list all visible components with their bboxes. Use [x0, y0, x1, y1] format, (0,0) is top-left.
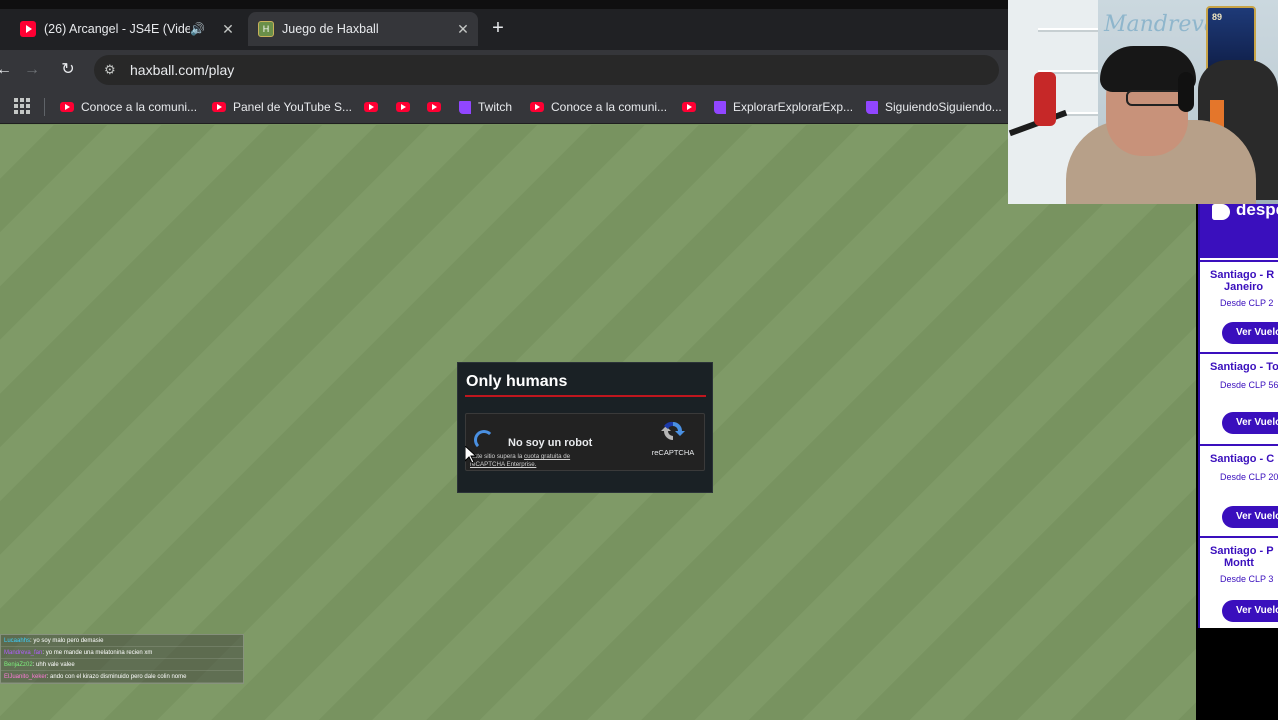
- youtube-icon: [682, 102, 696, 112]
- recaptcha-spinner-icon[interactable]: [474, 430, 494, 450]
- address-bar[interactable]: ⚙ haxball.com/play: [94, 55, 999, 85]
- youtube-icon: [212, 102, 226, 112]
- despegar-logo-icon: [1212, 204, 1230, 220]
- recaptcha-brand: reCAPTCHA: [651, 448, 695, 457]
- offer-price: Desde CLP 2: [1220, 298, 1274, 308]
- offer-price: Desde CLP 3: [1220, 574, 1274, 584]
- dialog-title-underline: [465, 395, 706, 397]
- back-arrow-icon[interactable]: ←: [0, 60, 14, 80]
- site-settings-icon[interactable]: ⚙: [104, 62, 124, 78]
- reload-icon[interactable]: ↻: [58, 60, 78, 80]
- ad-header: despe: [1200, 204, 1278, 258]
- ad-offer: Santiago - P Montt Desde CLP 3 Ver Vuelo: [1200, 536, 1278, 628]
- bookmark-item[interactable]: [427, 98, 448, 116]
- ver-vuelo-button[interactable]: Ver Vuelo: [1222, 506, 1278, 528]
- bookmark-label: Conoce a la comuni...: [551, 100, 668, 114]
- twitch-icon: [714, 100, 726, 114]
- recaptcha-notice-prefix: Este sitio supera la: [470, 453, 523, 460]
- chat-user: ElJuanito_keker: [4, 674, 47, 680]
- bookmark-item[interactable]: Twitch: [459, 98, 512, 116]
- youtube-icon: [364, 102, 378, 112]
- stream-chat-overlay: Lucaahhs: yo soy malo pero demasie Mandr…: [0, 634, 244, 684]
- close-tab-icon[interactable]: ✕: [454, 21, 472, 38]
- tab-strip-top: [0, 0, 1008, 9]
- recaptcha-logo-icon: [661, 421, 685, 440]
- offer-route: Santiago - C: [1210, 453, 1275, 465]
- chat-text: : ando con el kirazo disminuido pero dal…: [46, 674, 187, 680]
- recaptcha-widget: No soy un robot Este sitio supera la cuo…: [465, 413, 705, 471]
- bookmark-label: ExplorarExplorarExp...: [733, 100, 854, 114]
- new-tab-button[interactable]: +: [487, 18, 509, 40]
- bookmark-item[interactable]: Panel de YouTube S...: [212, 98, 352, 116]
- bookmark-label: Twitch: [478, 100, 513, 114]
- chat-user: BenjaZz02: [4, 662, 33, 668]
- bookmark-label: Conoce a la comuni...: [81, 100, 198, 114]
- microphone-icon: [1034, 72, 1056, 126]
- bookmark-label: Panel de YouTube S...: [233, 100, 352, 114]
- twitch-icon: [866, 100, 878, 114]
- ad-offer: Santiago - C Desde CLP 20 Ver Vuelo: [1200, 444, 1278, 536]
- glasses-icon: [1126, 90, 1184, 106]
- youtube-icon: [530, 102, 544, 112]
- speaker-icon[interactable]: 🔊: [190, 22, 205, 36]
- bookmark-item[interactable]: Conoce a la comuni...: [530, 98, 667, 116]
- ver-vuelo-button[interactable]: Ver Vuelo: [1222, 322, 1278, 344]
- youtube-icon: [20, 21, 36, 37]
- bookmark-item[interactable]: [682, 98, 703, 116]
- chat-text: : yo me mande una melatonina recien xm: [42, 650, 153, 656]
- tab-title: Juego de Haxball: [282, 22, 379, 36]
- captcha-dialog: Only humans No soy un robot Este sitio s…: [457, 362, 713, 493]
- flight-ad[interactable]: despe Santiago - R Janeiro Desde CLP 2 V…: [1198, 204, 1278, 628]
- ad-offer: Santiago - To Desde CLP 56 Ver Vuelo: [1200, 352, 1278, 444]
- bookmark-label: SiguiendoSiguiendo...: [885, 100, 1002, 114]
- offer-route: Santiago - R: [1210, 269, 1275, 281]
- recaptcha-checkbox-label[interactable]: No soy un robot: [508, 437, 592, 449]
- apps-grid-icon[interactable]: [14, 98, 30, 114]
- offer-price: Desde CLP 20: [1220, 472, 1278, 482]
- wall-sign: Mandreva: [1104, 12, 1217, 37]
- bookmark-item[interactable]: Conoce a la comuni...: [60, 98, 197, 116]
- chat-message: Mandreva_fan: yo me mande una melatonina…: [1, 647, 243, 659]
- url-text: haxball.com/play: [130, 62, 235, 78]
- youtube-icon: [427, 102, 441, 112]
- ad-logo-text: despe: [1236, 204, 1278, 219]
- offer-price: Desde CLP 56: [1220, 380, 1278, 390]
- streamer-webcam: Mandreva 89: [1008, 0, 1278, 204]
- headset-icon: [1178, 72, 1194, 112]
- card-rating: 89: [1212, 12, 1223, 22]
- chat-message: BenjaZz02: uhh vale valee: [1, 659, 243, 671]
- chat-text: : yo soy malo pero demasie: [30, 638, 104, 644]
- browser-toolbar: ← → ↻ ⚙ haxball.com/play: [0, 50, 1008, 90]
- bookmarks-divider: [44, 98, 45, 116]
- bookmark-item[interactable]: ExplorarExplorarExp...: [714, 98, 853, 116]
- chat-text: : uhh vale valee: [32, 662, 75, 668]
- tab-haxball[interactable]: H Juego de Haxball ✕: [248, 12, 478, 46]
- chat-user: Lucaahhs: [4, 638, 31, 644]
- dialog-title: Only humans: [466, 373, 568, 390]
- close-tab-icon[interactable]: ✕: [219, 21, 237, 38]
- forward-arrow-icon[interactable]: →: [22, 60, 42, 80]
- chat-user: Mandreva_fan: [4, 650, 43, 656]
- tab-bar: (26) Arcangel - JS4E (Video 🔊 ✕ H Juego …: [0, 0, 1008, 56]
- youtube-icon: [60, 102, 74, 112]
- bookmark-item[interactable]: [364, 98, 385, 116]
- ad-offer: Santiago - R Janeiro Desde CLP 2 Ver Vue…: [1200, 260, 1278, 352]
- offer-route-line2: Montt: [1224, 557, 1254, 569]
- youtube-icon: [396, 102, 410, 112]
- offer-route: Santiago - P: [1210, 545, 1274, 557]
- screen: (26) Arcangel - JS4E (Video 🔊 ✕ H Juego …: [0, 0, 1278, 720]
- chat-message: Lucaahhs: yo soy malo pero demasie: [1, 635, 243, 647]
- ver-vuelo-button[interactable]: Ver Vuelo: [1222, 600, 1278, 622]
- bookmark-item[interactable]: SiguiendoSiguiendo...: [866, 98, 1002, 116]
- chat-message: ElJuanito_keker: ando con el kirazo dism…: [1, 671, 243, 683]
- tab-title: (26) Arcangel - JS4E (Video: [44, 22, 191, 36]
- haxball-icon: H: [258, 21, 274, 37]
- offer-route-line2: Janeiro: [1224, 281, 1264, 293]
- bookmark-item[interactable]: [396, 98, 417, 116]
- offer-route: Santiago - To: [1210, 361, 1278, 373]
- ver-vuelo-button[interactable]: Ver Vuelo: [1222, 412, 1278, 434]
- recaptcha-notice: Este sitio supera la cuota gratuita de r…: [470, 453, 600, 469]
- twitch-icon: [459, 100, 471, 114]
- tab-youtube-video[interactable]: (26) Arcangel - JS4E (Video 🔊 ✕: [0, 12, 243, 46]
